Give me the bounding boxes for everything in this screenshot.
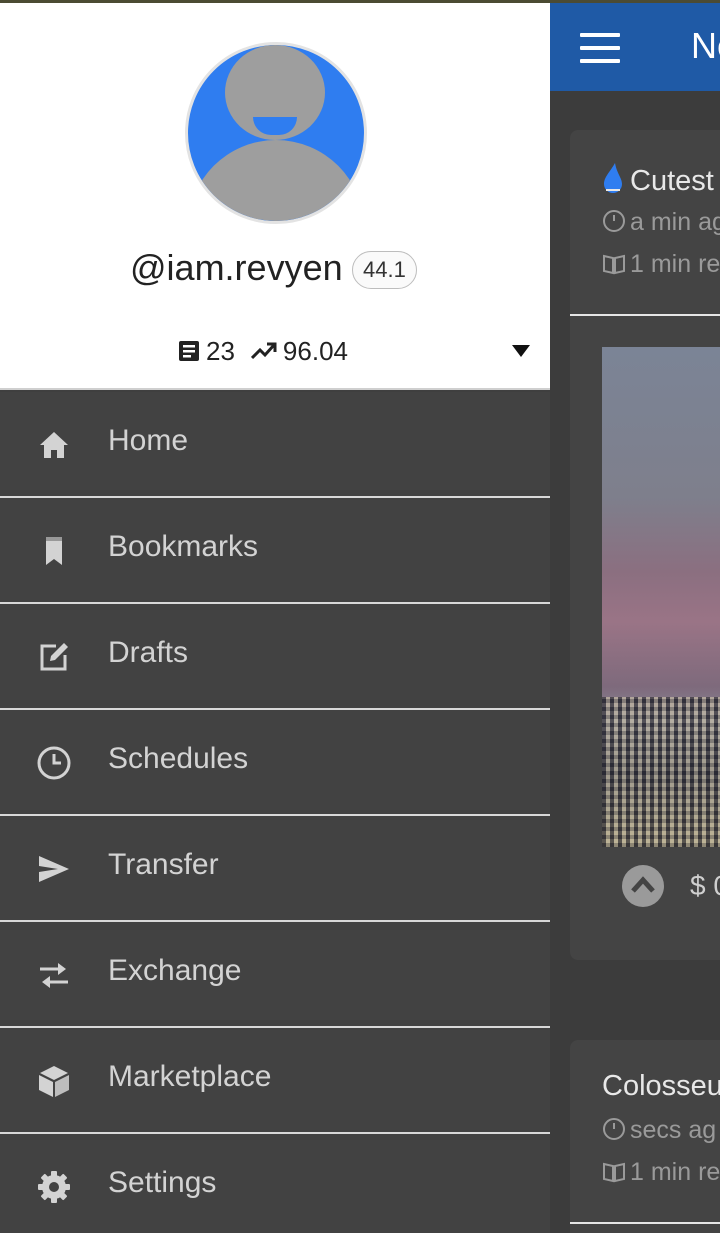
username: @iam.revyen (130, 247, 343, 288)
trending-up-icon (250, 342, 277, 360)
app-bar: Ne (550, 3, 720, 91)
sidebar-item-transfer[interactable]: Transfer (0, 816, 550, 922)
sidebar-item-label: Schedules (108, 742, 249, 775)
post-image[interactable] (602, 347, 720, 847)
send-icon (39, 856, 69, 882)
promoted-drop-icon (604, 163, 622, 193)
sidebar-item-settings[interactable]: Settings (0, 1134, 550, 1233)
book-icon (603, 254, 625, 275)
app-bar-title: Ne (691, 25, 720, 66)
sidebar-item-label: Settings (108, 1166, 217, 1199)
post-count: 23 (206, 335, 235, 366)
post-time: secs ag (602, 1116, 716, 1145)
bookmark-icon (46, 537, 62, 565)
sidebar-item-exchange[interactable]: Exchange (0, 922, 550, 1028)
edit-icon (40, 643, 68, 671)
voting-power: 96.04 (282, 335, 348, 366)
caret-down-icon (512, 345, 530, 357)
navigation-drawer: @iam.revyen 44.1 23 96.04 Home Bookmarks… (0, 3, 550, 1233)
swap-icon (40, 963, 68, 988)
sidebar-item-label: Home (108, 424, 189, 457)
sidebar-item-label: Drafts (108, 636, 189, 669)
reputation-badge: 44.1 (352, 251, 417, 289)
sidebar-item-marketplace[interactable]: Marketplace (0, 1028, 550, 1134)
sidebar-item-home[interactable]: Home (0, 392, 550, 498)
upvote-button[interactable] (622, 865, 664, 907)
post-card[interactable]: Cutest a min ag 1 min re $ 0 (570, 130, 720, 960)
cube-icon (39, 1066, 69, 1097)
sidebar-item-drafts[interactable]: Drafts (0, 604, 550, 710)
drawer-menu: Home Bookmarks Drafts Schedules Transfer… (0, 392, 550, 1233)
profile-stats: 23 96.04 (178, 336, 348, 366)
card-divider (570, 1222, 720, 1224)
post-readtime: 1 min re (602, 250, 720, 279)
sidebar-item-label: Marketplace (108, 1060, 272, 1093)
clock-icon (37, 746, 71, 780)
profile-header: @iam.revyen 44.1 23 96.04 (0, 3, 550, 390)
clock-icon (603, 1118, 625, 1140)
post-card[interactable]: Colosseu secs ag 1 min re (570, 1040, 720, 1233)
post-readtime: 1 min re (602, 1158, 720, 1187)
clock-icon (603, 210, 625, 232)
document-icon (179, 341, 199, 361)
card-divider (570, 314, 720, 316)
post-title: Cutest (602, 162, 714, 198)
post-title: Colosseu (602, 1070, 720, 1102)
post-payout: $ 0 (690, 870, 720, 901)
hamburger-menu-icon[interactable] (580, 33, 620, 63)
sidebar-item-label: Exchange (108, 954, 242, 987)
chevron-up-icon (631, 876, 655, 893)
sidebar-item-schedules[interactable]: Schedules (0, 710, 550, 816)
book-icon (603, 1162, 625, 1183)
sidebar-item-label: Transfer (108, 848, 219, 881)
home-icon (40, 432, 68, 458)
post-time: a min ag (602, 208, 720, 237)
sidebar-item-bookmarks[interactable]: Bookmarks (0, 498, 550, 604)
avatar[interactable] (185, 42, 367, 224)
gear-icon (38, 1171, 70, 1203)
sidebar-item-label: Bookmarks (108, 530, 259, 563)
account-dropdown-toggle[interactable] (508, 341, 534, 361)
